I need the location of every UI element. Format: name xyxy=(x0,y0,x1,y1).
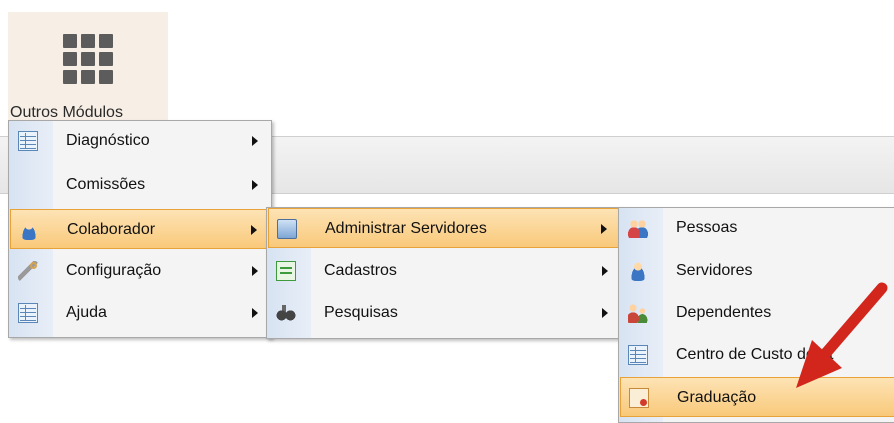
menu-item-label: Colaborador xyxy=(67,221,156,238)
table-icon xyxy=(18,131,38,151)
chevron-right-icon xyxy=(251,225,257,235)
menu-item-label: Administrar Servidores xyxy=(325,220,487,237)
person-icon xyxy=(19,220,39,240)
menu-item-administrar-servidores[interactable]: Administrar Servidores xyxy=(268,208,620,248)
family-icon xyxy=(628,303,648,323)
menu-item-cadastros[interactable]: Cadastros xyxy=(268,251,620,291)
main-menu: Diagnóstico Comissões Colaborador Config… xyxy=(8,120,272,338)
binocular-icon xyxy=(276,303,296,323)
menu-item-label: Servidores xyxy=(676,262,753,279)
menu-item-pessoas[interactable]: Pessoas xyxy=(620,208,894,248)
menu-item-pesquisas[interactable]: Pesquisas xyxy=(268,293,620,333)
menu-item-label: Configuração xyxy=(66,262,162,279)
menu-item-label: Cadastros xyxy=(324,262,397,279)
person-icon xyxy=(628,261,648,281)
table-icon xyxy=(18,303,38,323)
menu-item-label: Ajuda xyxy=(66,304,107,321)
chevron-right-icon xyxy=(252,266,258,276)
menu-item-colaborador[interactable]: Colaborador xyxy=(10,209,270,249)
menu-item-label: Pesquisas xyxy=(324,304,398,321)
menu-item-label: Diagnóstico xyxy=(66,132,150,149)
chevron-right-icon xyxy=(252,136,258,146)
menu-item-label: Pessoas xyxy=(676,219,738,236)
menu-item-label: Graduação xyxy=(677,389,757,406)
chevron-right-icon xyxy=(252,180,258,190)
chevron-right-icon xyxy=(601,224,607,234)
menu-item-ajuda[interactable]: Ajuda xyxy=(10,293,270,333)
chevron-right-icon xyxy=(602,308,608,318)
screen-icon xyxy=(277,219,297,239)
chevron-right-icon xyxy=(602,266,608,276)
annotation-arrow-icon xyxy=(796,282,888,388)
menu-item-diagnostico[interactable]: Diagnóstico xyxy=(10,121,270,161)
table-icon xyxy=(628,345,648,365)
menu-item-label: Comissões xyxy=(66,176,146,193)
form-icon xyxy=(276,261,296,281)
menu-item-label: Dependentes xyxy=(676,304,772,321)
menu-item-comissoes[interactable]: Comissões xyxy=(10,165,270,205)
menu-item-configuracao[interactable]: Configuração xyxy=(10,251,270,291)
wrench-icon xyxy=(18,261,38,281)
chevron-right-icon xyxy=(252,308,258,318)
people-icon xyxy=(628,218,648,238)
grid-icon xyxy=(63,34,113,84)
certificate-icon xyxy=(629,388,649,408)
outros-modulos-button[interactable]: Outros Módulos xyxy=(8,12,168,121)
colaborador-submenu: Administrar Servidores Cadastros Pesquis… xyxy=(266,207,622,339)
